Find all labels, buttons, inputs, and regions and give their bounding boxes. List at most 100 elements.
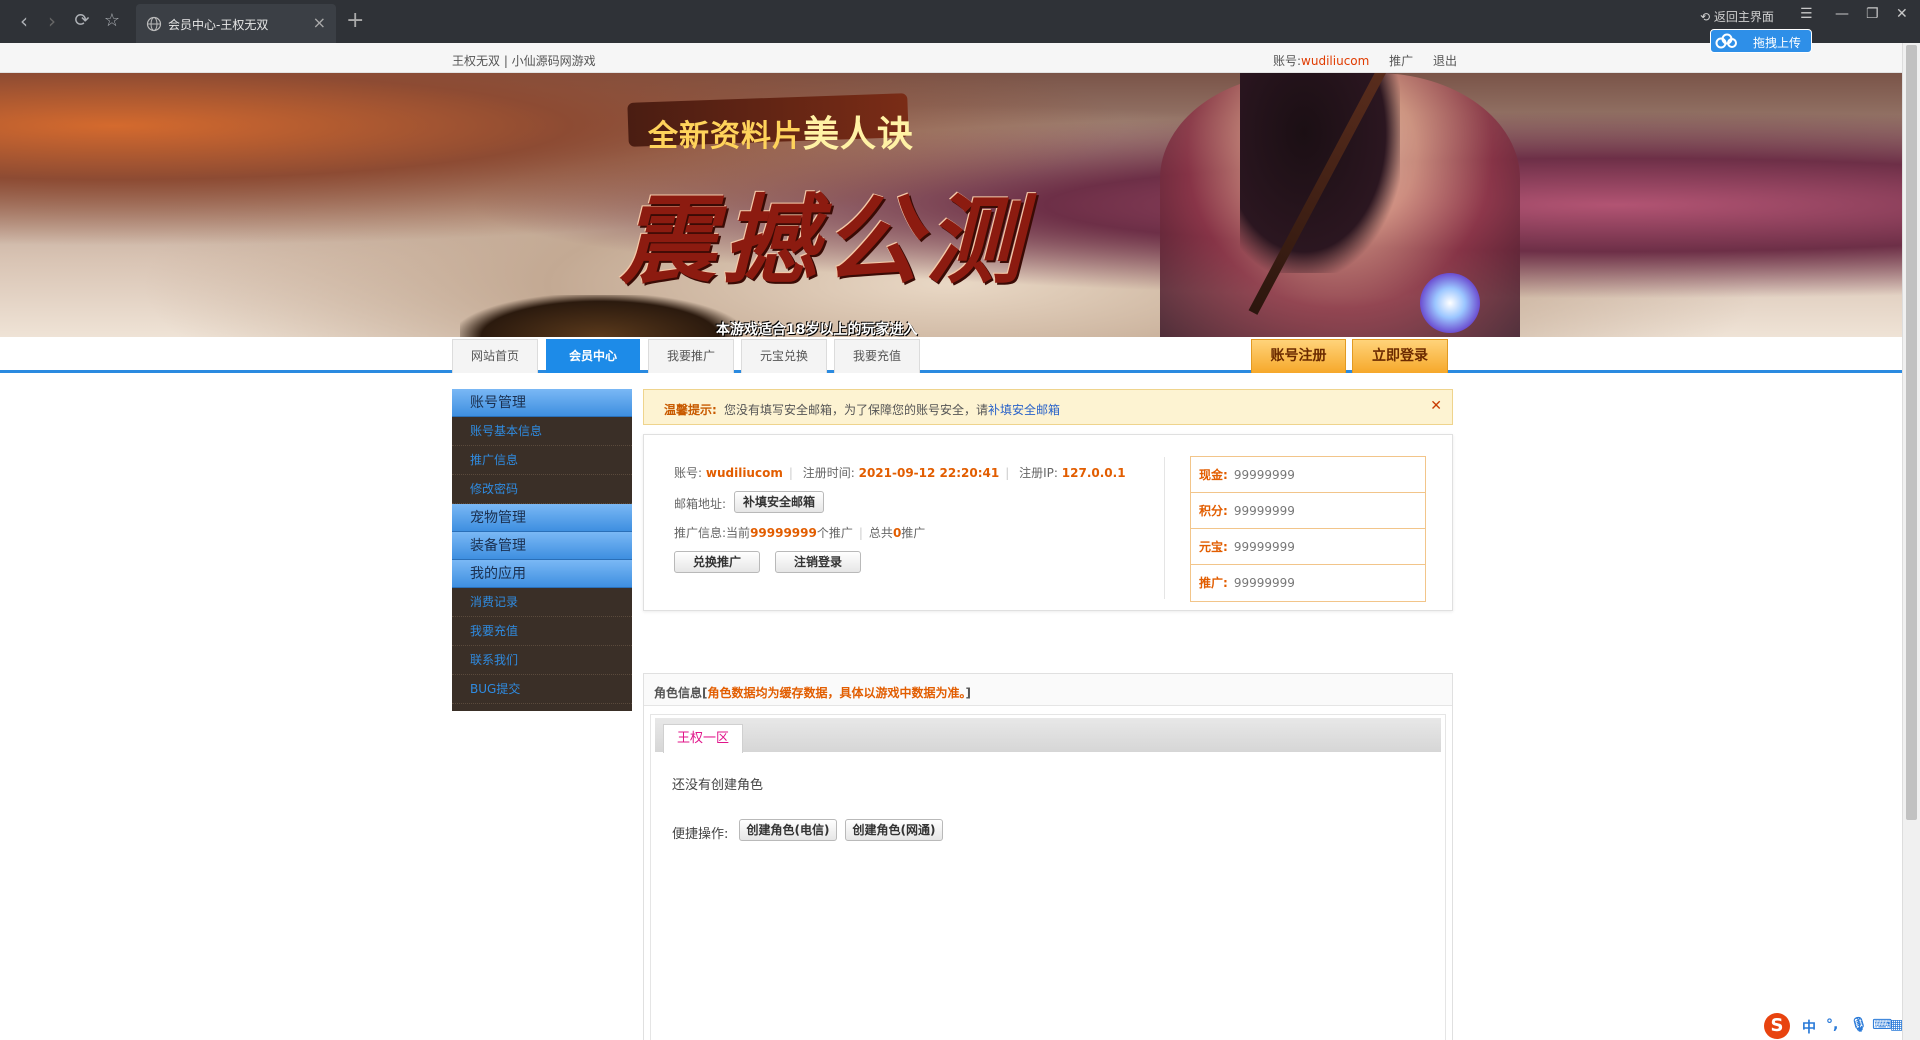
email-label: 邮箱地址: [674,497,727,511]
stat-promo-label: 推广: [1199,576,1228,590]
acc-value: wudiliucom [705,466,783,480]
ime-lang[interactable]: 中 [1802,1017,1816,1037]
minimize-icon[interactable]: — [1835,6,1849,22]
no-role-text: 还没有创建角色 [672,778,764,793]
tab-recharge[interactable]: 我要充值 [834,339,920,373]
notice-bar: 温馨提示: 您没有填写安全邮箱，为了保障您的账号安全，请补填安全邮箱 ✕ [643,389,1453,425]
divider [1164,457,1165,599]
sidebar-item-contact[interactable]: 联系我们 [452,646,632,675]
tab-promote[interactable]: 我要推广 [648,339,734,373]
site-name: 王权无双 | 小仙源码网游戏 [452,54,596,68]
stat-cash-label: 现金: [1199,468,1228,482]
forward-icon[interactable]: › [40,10,64,34]
sidebar-item-recharge[interactable]: 我要充值 [452,617,632,646]
role-title: 角色信息[角色数据均为缓存数据，具体以游戏中数据为准。] [654,684,971,701]
grid-icon[interactable]: ▦ [1890,1017,1903,1033]
stat-ingot-value: 99999999 [1233,540,1295,554]
back-home-label: 返回主界面 [1713,10,1774,24]
promo-info: 推广信息:当前99999999个推广 | 总共0推广 [674,526,926,540]
account-name[interactable]: wudiliucom [1301,54,1369,68]
sidebar-head-account[interactable]: 账号管理 [452,389,632,417]
sidebar-item-bug-report[interactable]: BUG提交 [452,675,632,704]
scrollbar-thumb[interactable] [1906,45,1917,820]
register-button[interactable]: 账号注册 [1251,339,1346,373]
drag-upload-button[interactable]: 拖拽上传 [1710,29,1812,53]
subtitle-prefix: 全新资料片 [648,119,803,154]
tab-server-1[interactable]: 王权一区 [663,724,743,753]
account-label: 账号: [1273,54,1302,68]
banner-ornament [460,295,740,337]
reg-ip-label: 注册IP: [1019,466,1058,480]
sidebar-head-pets[interactable]: 宠物管理 [452,504,632,532]
stat-ingot-label: 元宝: [1199,540,1228,554]
close-notice-icon[interactable]: ✕ [1430,398,1442,414]
browser-toolbar: ‹ › ⟳ ☆ 会员中心-王权无双 × + ⟲ 返回主界面 ☰ — ❐ ✕ [0,0,1920,43]
back-icon[interactable]: ‹ [12,10,36,34]
quick-actions-label: 便捷操作: [672,827,729,842]
page: 王权无双 | 小仙源码网游戏 账号:wudiliucom 推广 退出 全新资料片… [0,43,1902,1040]
create-role-netcom-button[interactable]: 创建角色(网通) [845,819,943,841]
sidebar-head-equipment[interactable]: 装备管理 [452,532,632,560]
role-title-suffix: ] [965,686,971,700]
reg-time-value: 2021-09-12 22:20:41 [858,466,1000,480]
logout-link[interactable]: 退出 [1433,54,1457,68]
menu-icon[interactable]: ☰ [1800,6,1813,22]
restore-icon[interactable]: ❐ [1866,6,1879,22]
logout-button[interactable]: 注销登录 [775,551,861,573]
reg-time-label: 注册时间: [802,466,855,480]
role-panel: 角色信息[角色数据均为缓存数据，具体以游戏中数据为准。] 王权一区 还没有创建角… [643,673,1453,1040]
new-tab-icon[interactable]: + [346,8,364,33]
back-home-button[interactable]: ⟲ 返回主界面 [1700,8,1774,25]
banner: 全新资料片美人诀 震撼公测 本游戏适合18岁以上的玩家进入 [0,73,1902,337]
tab-home[interactable]: 网站首页 [452,339,538,373]
stat-ingot: 元宝: 99999999 [1191,529,1425,565]
sidebar-item-change-password[interactable]: 修改密码 [452,475,632,504]
sidebar-item-spending[interactable]: 消费记录 [452,588,632,617]
login-button[interactable]: 立即登录 [1352,339,1448,373]
main-nav: 网站首页 会员中心 我要推广 元宝兑换 我要充值 账号注册 立即登录 [0,337,1902,373]
subtitle-highlight: 美人诀 [803,113,915,155]
acc-label: 账号: [674,466,703,480]
stat-cash-value: 99999999 [1233,468,1295,482]
stat-cash: 现金: 99999999 [1191,457,1425,493]
close-window-icon[interactable]: ✕ [1896,6,1908,22]
promo-total-prefix: 总共 [868,526,893,540]
role-header: 角色信息[角色数据均为缓存数据，具体以游戏中数据为准。] [644,674,1452,706]
reload-icon[interactable]: ⟳ [70,10,94,34]
cloud-icon [1715,33,1737,49]
browser-tab[interactable]: 会员中心-王权无双 × [136,4,336,43]
sidebar-item-promo-info[interactable]: 推广信息 [452,446,632,475]
sogou-logo[interactable]: S [1764,1013,1790,1039]
fill-email-button[interactable]: 补填安全邮箱 [734,491,824,513]
sidebar-head-apps[interactable]: 我的应用 [452,560,632,588]
microphone-icon[interactable]: 🎙 [1850,1017,1868,1033]
role-note: 角色数据均为缓存数据，具体以游戏中数据为准。 [707,686,966,700]
fill-email-link[interactable]: 补填安全邮箱 [988,403,1060,417]
stat-points-label: 积分: [1199,504,1228,518]
ime-toolbar: S 中 °, 🎙 ⌨ ▦ [1760,1012,1903,1040]
promo-label: 推广信息: [674,526,727,540]
notice-message: 您没有填写安全邮箱，为了保障您的账号安全，请 [724,403,989,417]
tab-ingot-exchange[interactable]: 元宝兑换 [741,339,827,373]
punctuation-icon[interactable]: °, [1826,1017,1838,1033]
create-role-telecom-button[interactable]: 创建角色(电信) [739,819,837,841]
site-topbar: 王权无双 | 小仙源码网游戏 账号:wudiliucom 推广 退出 [0,43,1902,73]
star-icon[interactable]: ☆ [100,10,124,34]
exchange-promo-button[interactable]: 兑换推广 [674,551,760,573]
role-title-prefix: 角色信息[ [654,686,708,700]
banner-title: 震撼公测 [620,184,1028,297]
promo-mid: 个推广 [816,526,853,540]
notice-label: 温馨提示: [664,403,717,417]
tab-member-center[interactable]: 会员中心 [546,339,640,373]
promote-link[interactable]: 推广 [1389,54,1413,68]
user-links: 账号:wudiliucom 推广 退出 [1273,52,1457,69]
stat-points-value: 99999999 [1233,504,1295,518]
sidebar-item-basic-info[interactable]: 账号基本信息 [452,417,632,446]
stat-promo-value: 99999999 [1233,576,1295,590]
age-notice: 本游戏适合18岁以上的玩家进入 [716,322,918,337]
close-tab-icon[interactable]: × [313,13,326,32]
page-scrollbar[interactable] [1902,43,1920,1040]
tab-title: 会员中心-王权无双 [168,18,269,32]
sidebar: 账号管理 账号基本信息 推广信息 修改密码 宠物管理 装备管理 我的应用 消费记… [452,389,632,711]
account-panel: 账号: wudiliucom | 注册时间: 2021-09-12 22:20:4… [643,434,1453,611]
